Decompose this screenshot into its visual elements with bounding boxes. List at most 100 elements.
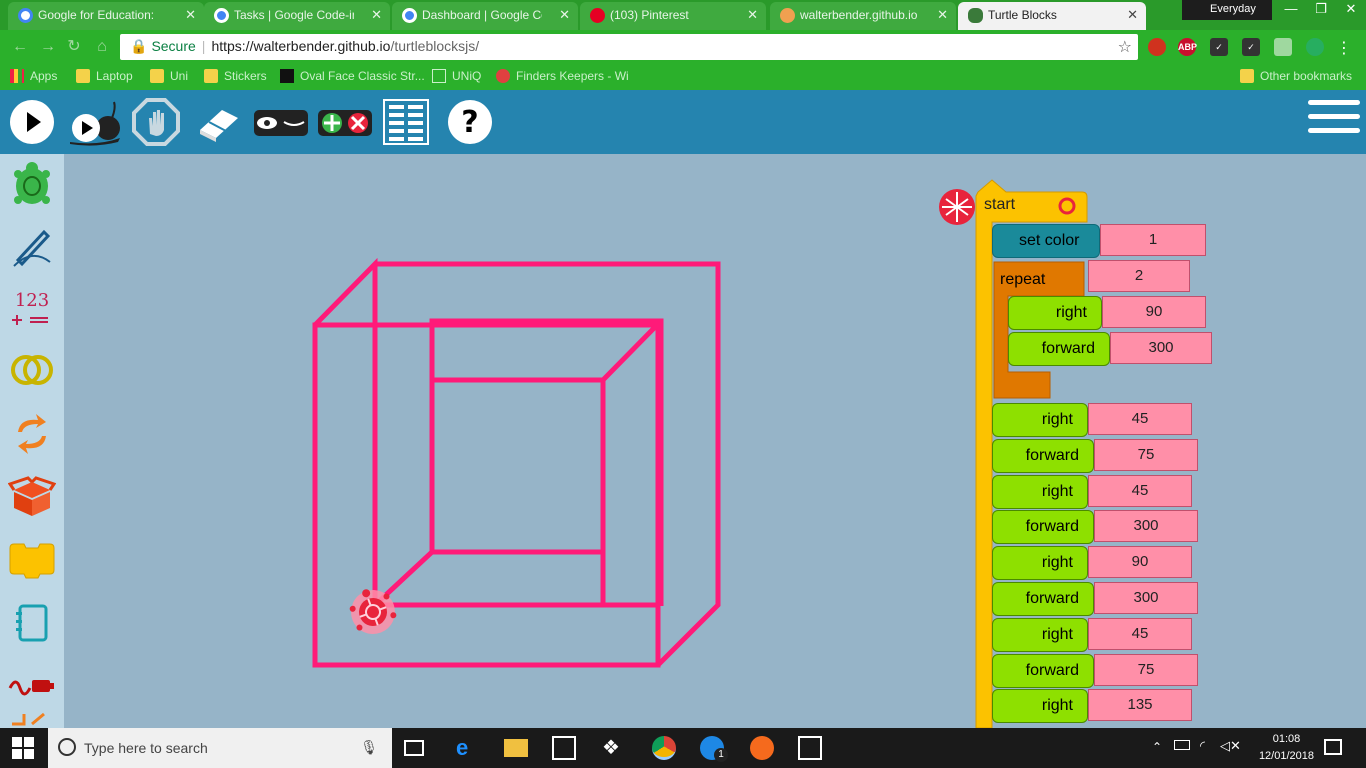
dropbox-icon[interactable]: ❖ [602,736,626,760]
origin-icon[interactable] [750,736,774,760]
extension-check-icon[interactable]: ✓ [1242,38,1260,56]
tab-code-in-dashboard[interactable]: Dashboard | Google Co ✕ [392,2,578,30]
right-block[interactable]: right [992,617,1088,652]
forward-value[interactable]: 300 [1094,582,1198,614]
right-block[interactable]: right [992,689,1088,724]
slow-run-icon[interactable] [68,98,124,146]
right-value[interactable]: 135 [1088,689,1192,722]
forward-block[interactable]: forward [992,653,1094,688]
store-icon[interactable] [552,736,576,760]
repeat-value[interactable]: 2 [1088,260,1190,292]
close-tab-icon[interactable]: ✕ [747,7,758,23]
boolean-icon[interactable] [8,346,56,394]
battery-icon[interactable] [1174,740,1190,750]
forward-value[interactable]: 75 [1094,653,1198,686]
close-tab-icon[interactable]: ✕ [937,7,948,23]
tab-pinterest[interactable]: (103) Pinterest ✕ [580,2,766,30]
help-icon[interactable]: ? [446,98,494,146]
set-color-block[interactable]: set color [992,224,1100,258]
other-bookmarks[interactable]: Other bookmarks [1240,69,1352,83]
tab-turtle-blocks[interactable]: Turtle Blocks ✕ [958,2,1146,30]
windows-start-icon[interactable] [12,737,34,759]
right-block[interactable]: right [992,403,1088,437]
action-center-icon[interactable] [1324,739,1342,755]
close-tab-icon[interactable]: ✕ [1127,7,1138,23]
erase-icon[interactable] [194,98,242,146]
browser-menu-icon[interactable]: ⋮ [1336,38,1352,58]
messenger-icon[interactable]: 1 [700,736,728,762]
photos-icon[interactable] [798,736,822,760]
box-icon[interactable] [8,472,56,520]
task-view-icon[interactable] [404,740,424,756]
address-bar[interactable]: 🔒 Secure | https://walterbender.github.io/t… [120,34,1138,60]
bookmark-stickers[interactable]: Stickers [204,69,267,83]
number-icon[interactable]: 123 [8,284,56,332]
forward-value[interactable]: 75 [1094,438,1198,471]
forward-block[interactable]: forward [992,438,1094,473]
bookmark-uniq[interactable]: UNiQ [432,69,481,83]
close-tab-icon[interactable]: ✕ [185,7,196,23]
drawing-canvas[interactable]: start set color 1 repeat 2 right 90 forwar… [64,154,1366,728]
tab-walterbender[interactable]: walterbender.github.io ✕ [770,2,956,30]
pen-icon[interactable] [8,222,56,270]
forward-value[interactable]: 300 [1094,510,1198,543]
wifi-icon[interactable]: ◜ [1200,738,1205,754]
camera-extension-icon[interactable] [1274,38,1292,56]
bookmark-uni[interactable]: Uni [150,69,188,83]
volume-muted-icon[interactable]: ◁✕ [1220,738,1241,754]
action-icon[interactable] [8,536,56,584]
forward-icon[interactable]: → [38,37,58,57]
forward-value[interactable]: 300 [1110,332,1212,364]
right-block[interactable]: right [1008,296,1102,330]
system-clock[interactable]: 01:08 12/01/2018 [1259,731,1314,765]
extras-icon[interactable] [8,710,56,728]
tab-google-education[interactable]: Google for Education: F ✕ [8,2,204,30]
extension-red-icon[interactable] [1148,38,1166,56]
flow-icon[interactable] [8,410,56,458]
tab-code-in-tasks[interactable]: Tasks | Google Code-in ✕ [204,2,390,30]
adblock-plus-icon[interactable]: ABP [1178,38,1197,56]
back-icon[interactable]: ← [10,37,30,57]
sensors-icon[interactable] [8,660,56,708]
menu-icon[interactable] [1308,100,1360,144]
right-value[interactable]: 90 [1088,546,1192,579]
turtle-icon[interactable] [8,160,56,208]
bookmark-oval-face[interactable]: Oval Face Classic Str... [280,69,425,83]
forward-block[interactable]: forward [992,582,1094,616]
taskbar-search[interactable]: Type here to search 🎙 [48,728,392,768]
restore-icon[interactable]: ❐ [1306,0,1336,20]
bookmark-laptop[interactable]: Laptop [76,69,133,83]
stop-icon[interactable] [132,98,180,146]
hide-blocks-icon[interactable] [252,98,310,146]
forward-block[interactable]: forward [1008,332,1110,366]
play-icon[interactable] [8,98,56,146]
close-tab-icon[interactable]: ✕ [559,7,570,23]
grammarly-icon[interactable] [1306,38,1324,56]
grid-icon[interactable] [382,98,430,146]
edge-icon[interactable]: e [456,736,480,760]
close-tab-icon[interactable]: ✕ [371,7,382,23]
forward-block[interactable]: forward [992,510,1094,545]
bookmark-apps[interactable]: Apps [10,69,57,83]
bookmark-finders-keepers[interactable]: Finders Keepers - Wi [496,69,629,83]
right-value[interactable]: 90 [1102,296,1206,328]
bookmark-star-icon[interactable]: ☆ [1118,37,1132,57]
profile-button[interactable]: Everyday [1182,0,1272,20]
file-explorer-icon[interactable] [504,739,528,757]
set-color-value[interactable]: 1 [1100,224,1206,256]
collapse-expand-icon[interactable] [316,98,374,146]
media-icon[interactable] [8,598,56,646]
close-window-icon[interactable]: ✕ [1336,0,1366,20]
minimize-icon[interactable]: — [1276,0,1306,20]
right-value[interactable]: 45 [1088,474,1192,507]
right-block[interactable]: right [992,474,1088,509]
microphone-icon[interactable]: 🎙 [360,739,378,756]
right-block[interactable]: right [992,546,1088,581]
right-value[interactable]: 45 [1088,403,1192,435]
home-icon[interactable]: ⌂ [92,37,112,57]
extension-check-icon[interactable]: ✓ [1210,38,1228,56]
chrome-icon[interactable] [652,736,676,760]
reload-icon[interactable]: ↻ [64,37,84,57]
show-hidden-icons[interactable]: ⌃ [1152,740,1162,754]
right-value[interactable]: 45 [1088,617,1192,650]
